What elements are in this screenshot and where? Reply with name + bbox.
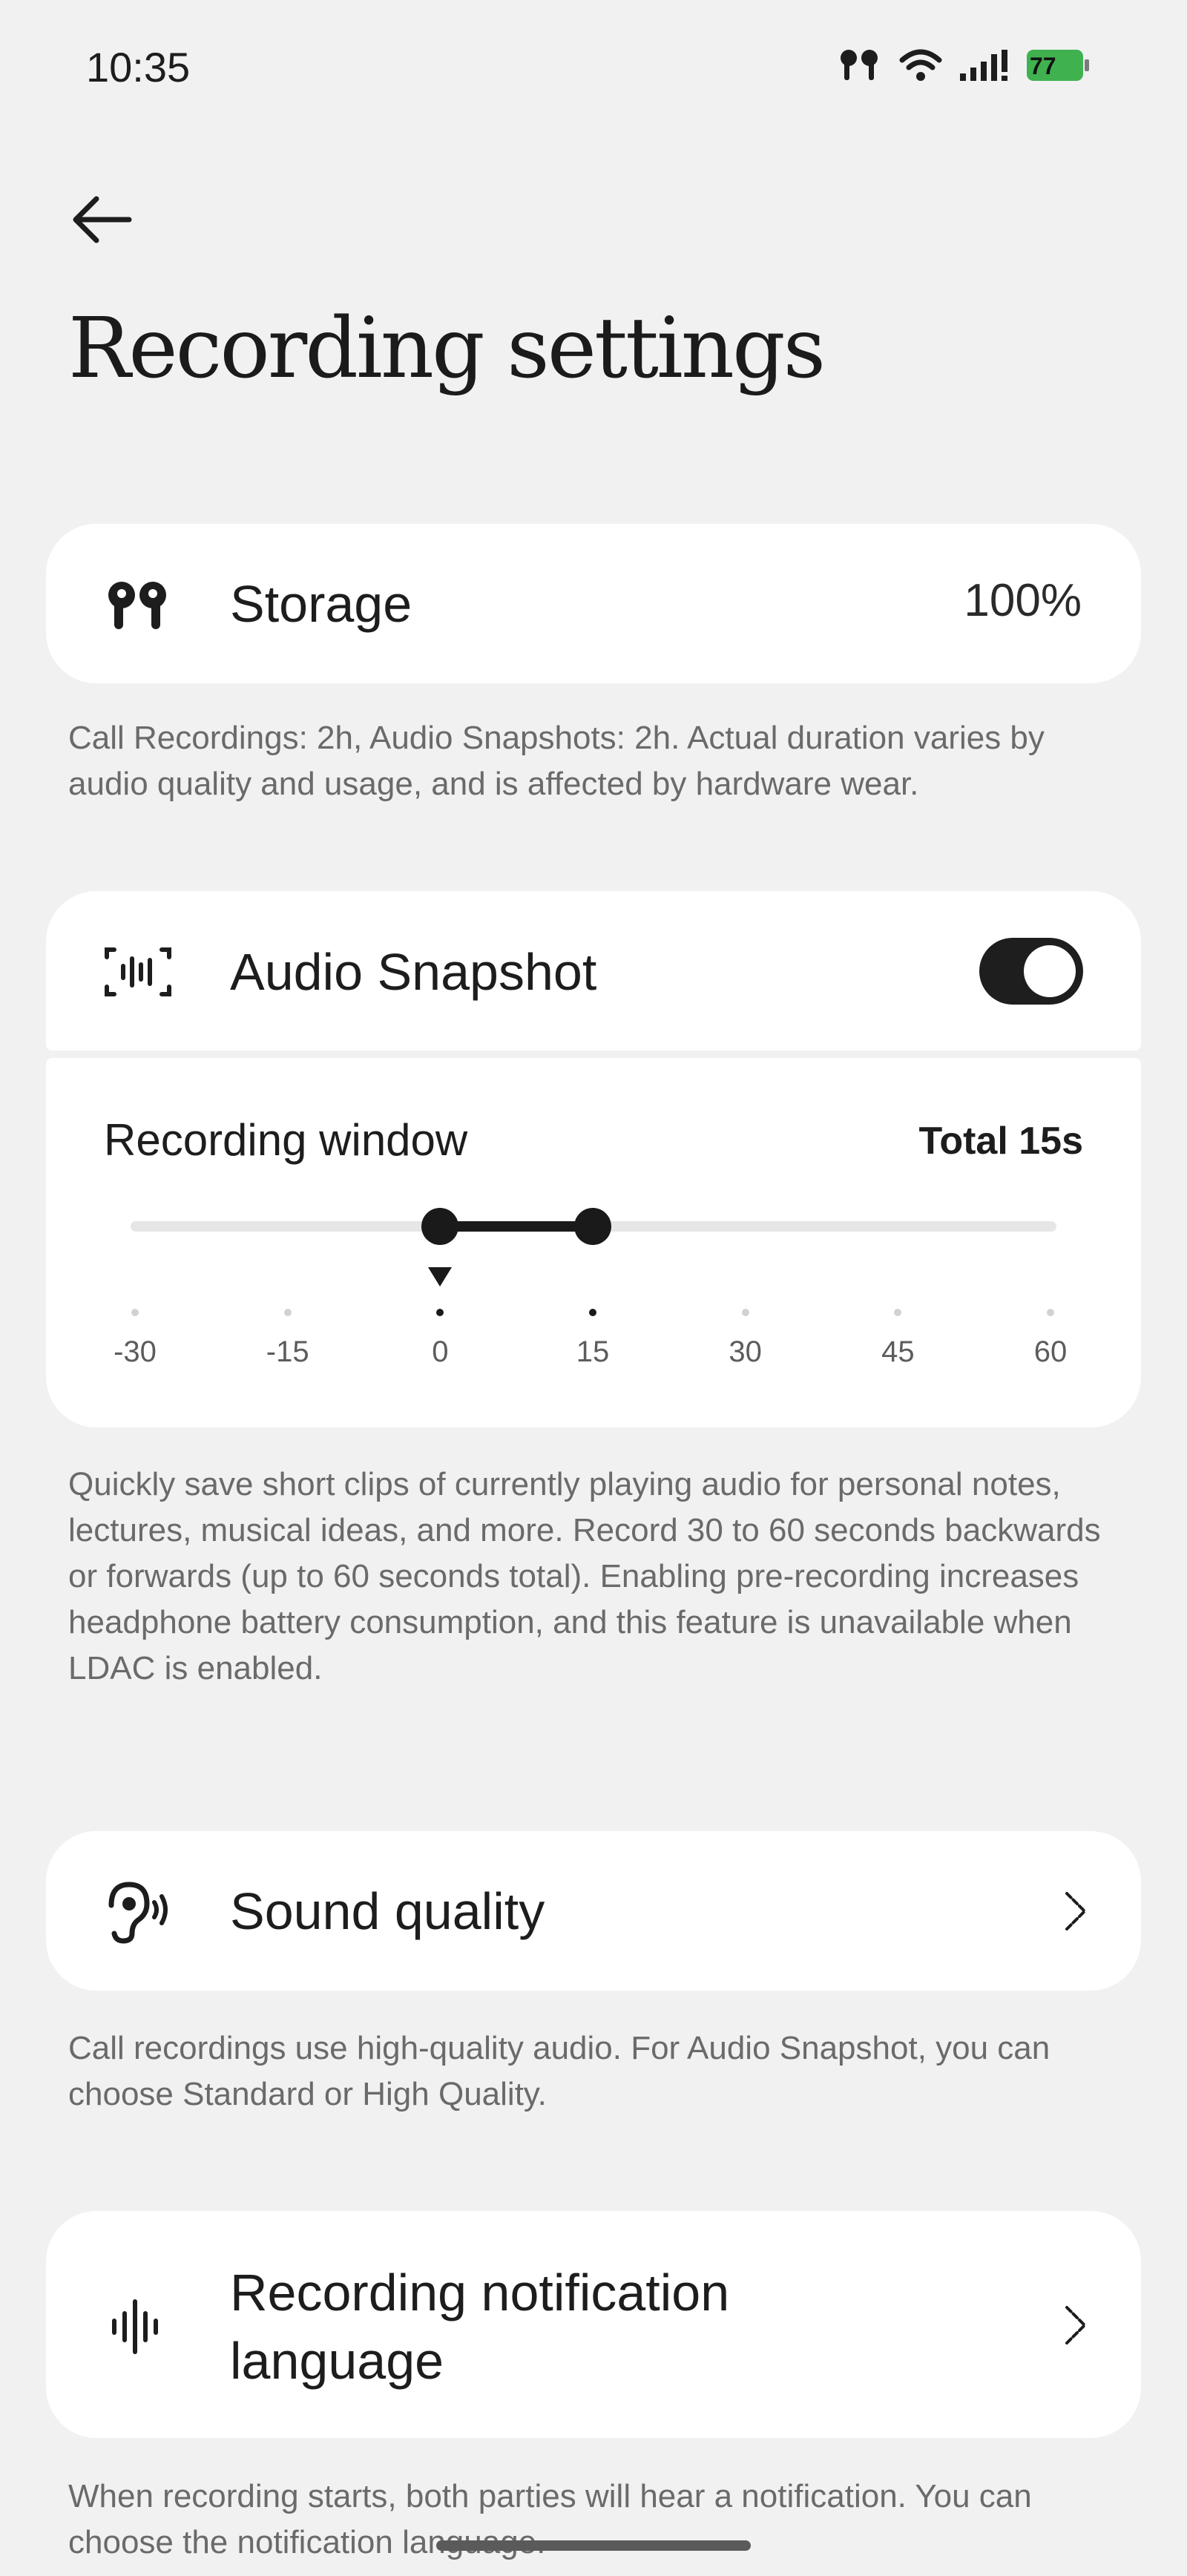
tick-dot <box>589 1309 596 1316</box>
storage-description: Call Recordings: 2h, Audio Snapshots: 2h… <box>68 720 1045 802</box>
tick-dot <box>283 1309 292 1316</box>
notification-language-label-line1: Recording notification <box>230 2264 730 2322</box>
storage-label: Storage <box>230 575 412 633</box>
audio-snapshot-icon <box>105 947 171 996</box>
notification-language-description: When recording starts, both parties will… <box>68 2478 1032 2560</box>
tick-label: 0 <box>432 1335 449 1368</box>
battery-level: 77 <box>1030 53 1056 79</box>
chevron-right-icon <box>1065 2306 1087 2345</box>
battery-icon: 77 <box>1027 50 1091 81</box>
sound-quality-description: Call recordings use high-quality audio. … <box>68 2030 1050 2112</box>
tick-dot <box>131 1309 139 1316</box>
range-start-handle[interactable] <box>421 1208 459 1245</box>
notification-language-row[interactable] <box>46 2211 1141 2438</box>
sound-quality-label: Sound quality <box>230 1882 545 1940</box>
ear-sound-icon <box>108 1882 168 1944</box>
range-end-handle[interactable] <box>574 1208 611 1245</box>
home-indicator[interactable] <box>436 2540 751 2551</box>
toggle-knob <box>1024 945 1076 997</box>
storage-value: 100% <box>964 575 1082 626</box>
audio-snapshot-label: Audio Snapshot <box>230 943 597 1001</box>
status-time: 10:35 <box>86 44 191 91</box>
tick-dot <box>741 1309 749 1316</box>
sound-quality-row[interactable] <box>46 1831 1141 1991</box>
page-title: Recording settings <box>68 300 826 397</box>
recording-window-label: Recording window <box>104 1115 468 1165</box>
wifi-icon <box>899 49 942 81</box>
tick-label: -15 <box>266 1335 309 1368</box>
waveform-icon <box>112 2299 158 2354</box>
tick-label: 15 <box>576 1335 610 1368</box>
tick-label: 30 <box>729 1335 762 1368</box>
audio-snapshot-description: Quickly save short clips of currently pl… <box>68 1466 1101 1686</box>
tick-label: -30 <box>114 1335 157 1368</box>
recording-window-range <box>440 1221 593 1232</box>
chevron-right-icon <box>1065 1892 1087 1931</box>
notification-language-label-line2: language <box>230 2332 444 2390</box>
current-position-marker <box>428 1267 453 1287</box>
tick-label: 45 <box>881 1335 915 1368</box>
audio-snapshot-toggle[interactable] <box>979 938 1083 1005</box>
status-icons: 77 <box>835 47 1091 83</box>
earbuds-icon <box>108 582 166 629</box>
earbuds-status-icon <box>841 50 878 80</box>
recording-window-total: Total 15s <box>918 1120 1083 1163</box>
tick-label: 60 <box>1033 1335 1068 1368</box>
tick-dot <box>1047 1309 1054 1316</box>
arrow-left-icon[interactable] <box>67 184 138 255</box>
signal-icon <box>960 50 1007 81</box>
